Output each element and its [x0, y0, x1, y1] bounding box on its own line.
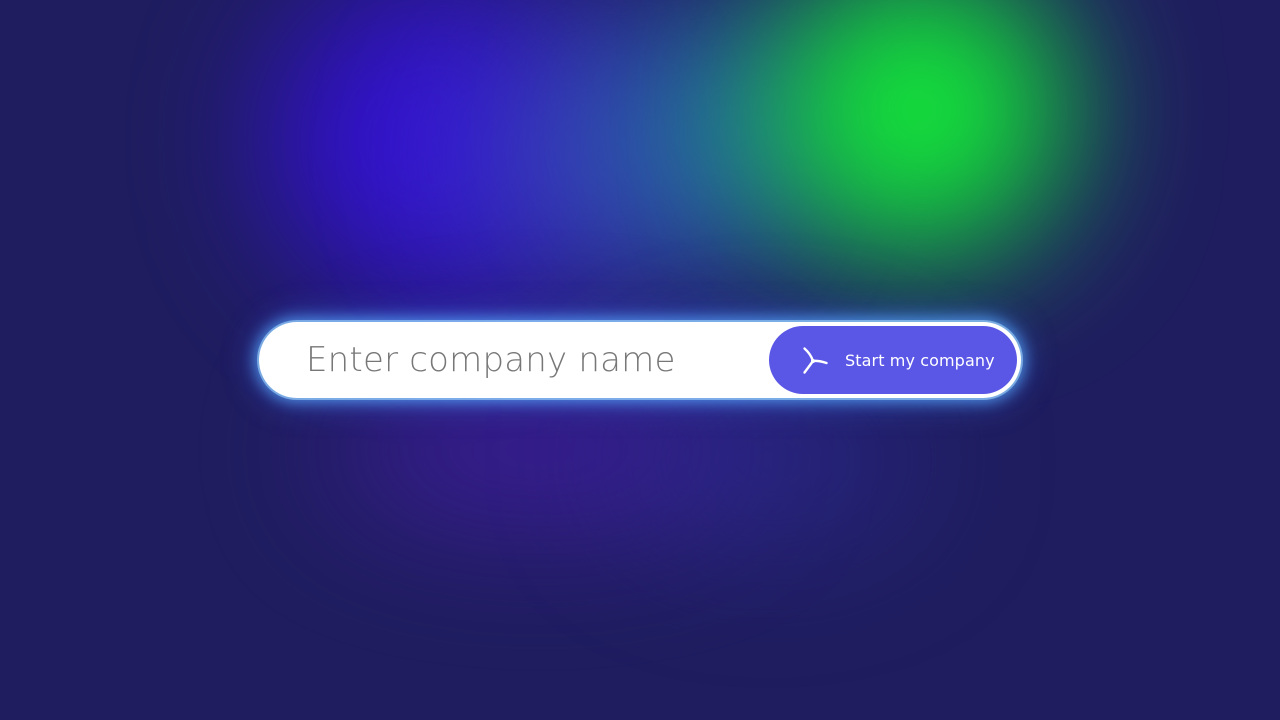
company-name-form: Start my company — [259, 322, 1021, 398]
indigo-glow-lower — [620, 380, 920, 540]
start-my-company-label: Start my company — [845, 350, 995, 370]
start-my-company-button[interactable]: Start my company — [769, 326, 1017, 394]
tri-spoke-logo-icon — [795, 342, 831, 378]
